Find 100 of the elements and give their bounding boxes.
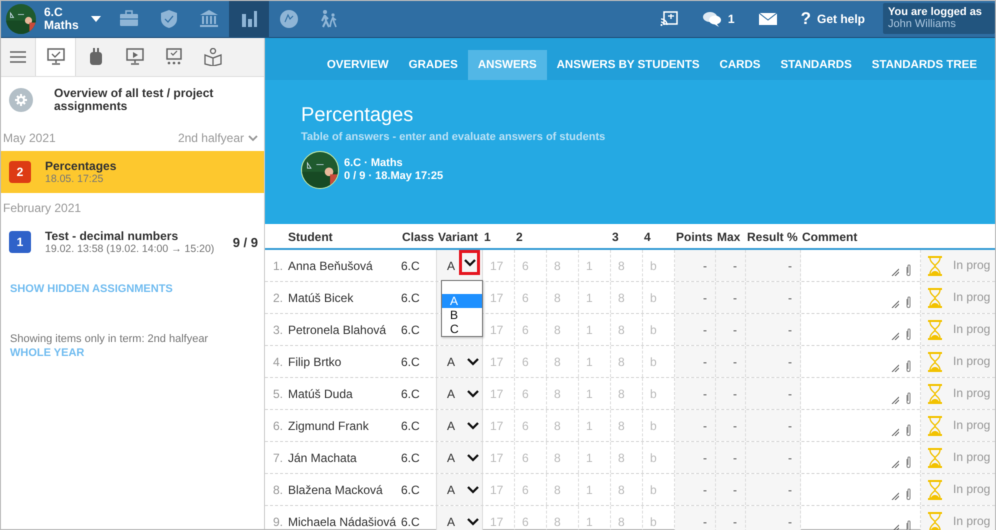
nav-tab[interactable]: ANSWERS bbox=[468, 50, 547, 80]
book-reader-icon[interactable] bbox=[204, 48, 222, 66]
answer-cell[interactable]: 17 bbox=[483, 250, 515, 281]
answer-cell[interactable]: 8 bbox=[547, 314, 579, 345]
paperclip-icon[interactable] bbox=[905, 328, 912, 340]
answer-cell[interactable]: 1 bbox=[579, 442, 611, 473]
answer-cell[interactable]: 6 bbox=[515, 282, 547, 313]
briefcase-icon[interactable] bbox=[119, 9, 139, 29]
video-monitor-icon[interactable] bbox=[126, 48, 144, 66]
bank-icon[interactable] bbox=[199, 9, 219, 29]
nav-tab[interactable]: OVERVIEW bbox=[316, 50, 399, 80]
paperclip-icon[interactable] bbox=[905, 488, 912, 500]
answer-cell[interactable]: 1 bbox=[579, 474, 611, 505]
chevron-down-icon[interactable] bbox=[467, 358, 480, 366]
dropdown-option[interactable]: B bbox=[442, 308, 482, 322]
nav-tab[interactable]: GRADES bbox=[398, 50, 468, 80]
hikers-icon[interactable] bbox=[319, 9, 339, 29]
cast-icon[interactable] bbox=[660, 11, 678, 27]
answer-cell[interactable]: 8 bbox=[611, 378, 643, 409]
chevron-down-icon[interactable] bbox=[467, 390, 480, 398]
chevron-down-icon[interactable] bbox=[467, 422, 480, 430]
answer-cell[interactable]: 6 bbox=[515, 442, 547, 473]
variant-select[interactable]: A bbox=[437, 474, 483, 505]
answer-cell[interactable]: 6 bbox=[515, 506, 547, 530]
variant-select[interactable]: A bbox=[437, 378, 483, 409]
answer-cell[interactable]: 8 bbox=[547, 442, 579, 473]
answer-cell[interactable]: 8 bbox=[611, 282, 643, 313]
overview-link[interactable]: Overview of all test / project assignments bbox=[54, 87, 214, 113]
gear-icon[interactable] bbox=[9, 88, 33, 112]
answer-cell[interactable]: 8 bbox=[611, 442, 643, 473]
answer-cell[interactable]: 17 bbox=[483, 346, 515, 377]
answer-cell[interactable]: 8 bbox=[547, 474, 579, 505]
answer-cell[interactable]: 8 bbox=[547, 410, 579, 441]
paperclip-icon[interactable] bbox=[905, 296, 912, 308]
answer-cell[interactable]: 6 bbox=[515, 314, 547, 345]
answer-cell[interactable]: 6 bbox=[515, 346, 547, 377]
variant-select[interactable]: A bbox=[437, 346, 483, 377]
shield-check-icon[interactable] bbox=[159, 9, 179, 29]
paperclip-icon[interactable] bbox=[905, 392, 912, 404]
answer-cell[interactable]: 1 bbox=[579, 314, 611, 345]
answer-cell[interactable]: 8 bbox=[611, 474, 643, 505]
variant-select[interactable]: A bbox=[437, 250, 483, 281]
answer-cell[interactable]: 8 bbox=[611, 250, 643, 281]
variant-select[interactable]: A bbox=[437, 442, 483, 473]
points-cell: - bbox=[675, 250, 716, 281]
answer-cell[interactable]: 8 bbox=[611, 346, 643, 377]
answer-cell[interactable]: 1 bbox=[579, 410, 611, 441]
nav-tab[interactable]: ANSWERS BY STUDENTS bbox=[546, 50, 710, 80]
answer-cell[interactable]: 17 bbox=[483, 410, 515, 441]
answer-cell[interactable]: 6 bbox=[515, 250, 547, 281]
answer-cell[interactable]: 1 bbox=[579, 378, 611, 409]
monitor-check-icon[interactable] bbox=[46, 48, 64, 66]
mail-icon[interactable] bbox=[758, 13, 777, 25]
paperclip-icon[interactable] bbox=[905, 520, 912, 530]
assignment-item[interactable]: 2 Percentages 18.05. 17:25 bbox=[1, 151, 264, 193]
paperclip-icon[interactable] bbox=[905, 456, 912, 468]
variant-select[interactable]: A bbox=[437, 506, 483, 530]
whole-year-link[interactable]: WHOLE YEAR bbox=[10, 347, 84, 359]
answer-cell[interactable]: 17 bbox=[483, 474, 515, 505]
answer-cell[interactable]: 8 bbox=[547, 378, 579, 409]
paperclip-icon[interactable] bbox=[905, 424, 912, 436]
show-hidden-link[interactable]: SHOW HIDDEN ASSIGNMENTS bbox=[10, 283, 173, 295]
answer-cell[interactable]: 8 bbox=[611, 314, 643, 345]
term-selector[interactable]: 2nd halfyear bbox=[178, 131, 244, 145]
help-link[interactable]: Get help bbox=[816, 12, 865, 26]
dropdown-option[interactable]: A bbox=[442, 294, 482, 308]
bar-chart-icon[interactable] bbox=[239, 9, 259, 29]
chevron-down-icon[interactable] bbox=[467, 486, 480, 494]
answer-cell[interactable]: 8 bbox=[547, 250, 579, 281]
help-icon[interactable]: ? bbox=[800, 9, 811, 29]
answer-cell[interactable]: 1 bbox=[579, 346, 611, 377]
answer-cell[interactable]: 8 bbox=[611, 506, 643, 530]
chevron-down-icon[interactable] bbox=[464, 258, 476, 266]
answer-cell[interactable]: 1 bbox=[579, 506, 611, 530]
answer-cell[interactable]: 1 bbox=[579, 282, 611, 313]
paperclip-icon[interactable] bbox=[905, 360, 912, 372]
chat-icon[interactable] bbox=[702, 11, 722, 27]
variant-select[interactable]: A bbox=[437, 410, 483, 441]
answer-cell[interactable]: 8 bbox=[611, 410, 643, 441]
assignment-item[interactable]: 1 Test - decimal numbers 19.02. 13:58 (19.02. 14:00 → 15:20) 9 / 9 bbox=[1, 221, 264, 263]
answer-cell[interactable]: 1 bbox=[579, 250, 611, 281]
answer-cell[interactable]: 6 bbox=[515, 378, 547, 409]
answer-cell[interactable]: 8 bbox=[547, 282, 579, 313]
answer-cell[interactable]: 17 bbox=[483, 378, 515, 409]
nav-tab[interactable]: CARDS bbox=[710, 50, 770, 80]
chevron-down-icon[interactable] bbox=[467, 454, 480, 462]
answer-cell[interactable]: 17 bbox=[483, 506, 515, 530]
answer-cell[interactable]: 8 bbox=[547, 506, 579, 530]
nav-tab[interactable]: STANDARDS bbox=[770, 50, 862, 80]
monitor-dots-icon[interactable] bbox=[164, 48, 182, 66]
answer-cell[interactable]: 8 bbox=[547, 346, 579, 377]
menu-icon[interactable] bbox=[10, 51, 26, 63]
answer-cell[interactable]: 6 bbox=[515, 474, 547, 505]
answer-cell[interactable]: 17 bbox=[483, 442, 515, 473]
chevron-down-icon[interactable] bbox=[467, 518, 480, 526]
answer-cell[interactable]: 6 bbox=[515, 410, 547, 441]
nav-tab[interactable]: STANDARDS TREE bbox=[862, 50, 987, 80]
student-name: Matúš Bicek bbox=[287, 290, 354, 306]
caret-icon[interactable] bbox=[90, 16, 101, 22]
paperclip-icon[interactable] bbox=[905, 264, 912, 276]
